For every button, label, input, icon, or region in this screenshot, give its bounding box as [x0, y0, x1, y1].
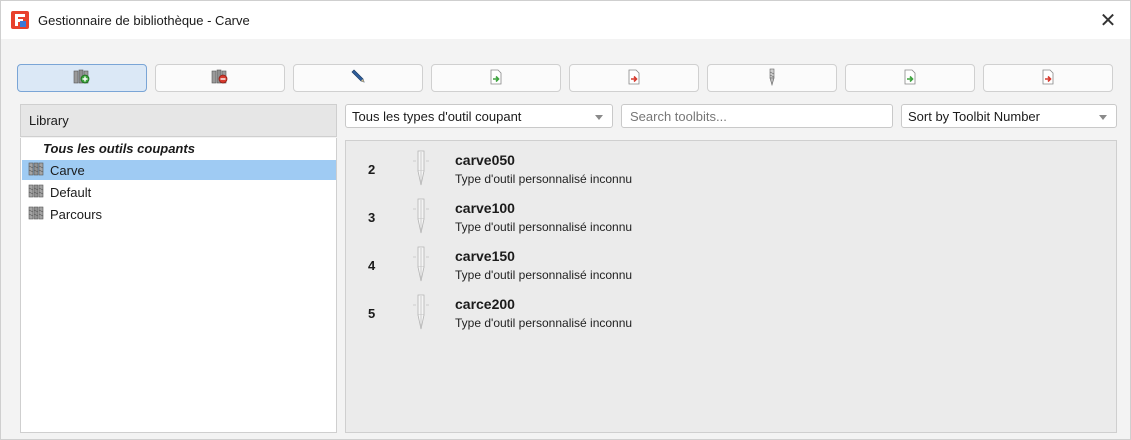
toolbit-row[interactable]: 5 carce200 Type d'outil personnalisé inc…: [346, 287, 1106, 333]
rename-library-button[interactable]: [293, 64, 423, 92]
library-manager-window: Gestionnaire de bibliothèque - Carve ✕ L…: [0, 0, 1131, 440]
toolbit-name: carce200: [455, 296, 515, 312]
toolbit-number: 5: [368, 306, 376, 321]
close-icon: ✕: [1099, 9, 1117, 32]
toolbit-name: carve100: [455, 200, 515, 216]
toolbar: [17, 64, 1117, 92]
chevron-down-icon: [595, 115, 603, 120]
toolbit-icon: [767, 68, 777, 89]
export-document-icon: [1040, 69, 1056, 88]
library-item-label: Carve: [50, 162, 85, 178]
library-item-carve[interactable]: Carve: [22, 160, 336, 180]
library-remove-icon: [211, 69, 229, 88]
toolbit-number: 3: [368, 210, 376, 225]
toolbit-name: carve150: [455, 248, 515, 264]
library-item-parcours[interactable]: Parcours: [22, 204, 336, 224]
close-button[interactable]: ✕: [1086, 1, 1130, 39]
toolbit-row[interactable]: 3 carve100 Type d'outil personnalisé inc…: [346, 191, 1106, 237]
toolbit-description: Type d'outil personnalisé inconnu: [455, 172, 633, 186]
endmill-icon: [410, 149, 432, 192]
tree-root-all-tools[interactable]: Tous les outils coupants: [43, 141, 195, 156]
import-library-button[interactable]: [431, 64, 561, 92]
chevron-down-icon: [1099, 115, 1107, 120]
toolbit-description: Type d'outil personnalisé inconnu: [455, 316, 633, 330]
endmill-icon: [410, 197, 432, 240]
toolbit-number: 2: [368, 162, 376, 177]
toolbit-list: 2 carve050 Type d'outil personnalisé inc…: [345, 140, 1117, 433]
sort-value: Sort by Toolbit Number: [908, 108, 1040, 124]
tool-type-filter-value: Tous les types d'outil coupant: [352, 108, 522, 124]
import-document-icon: [902, 69, 918, 88]
endmill-icon: [410, 293, 432, 336]
export-toolbit-button[interactable]: [983, 64, 1113, 92]
remove-library-button[interactable]: [155, 64, 285, 92]
toolbit-name: carve050: [455, 152, 515, 168]
toolbit-row[interactable]: 4 carve150 Type d'outil personnalisé inc…: [346, 239, 1106, 285]
library-add-icon: [73, 69, 91, 88]
search-input[interactable]: [621, 104, 893, 128]
library-header: Library: [20, 104, 337, 137]
library-item-label: Parcours: [50, 206, 103, 222]
library-icon: [28, 184, 44, 201]
tool-type-filter-select[interactable]: Tous les types d'outil coupant: [345, 104, 613, 128]
freecad-logo-icon: [11, 11, 29, 29]
pencil-icon: [349, 69, 367, 88]
sort-select[interactable]: Sort by Toolbit Number: [901, 104, 1117, 128]
create-toolbit-button[interactable]: [707, 64, 837, 92]
library-icon: [28, 206, 44, 223]
endmill-icon: [410, 245, 432, 288]
import-toolbit-button[interactable]: [845, 64, 975, 92]
library-icon: [28, 162, 44, 179]
title-bar: Gestionnaire de bibliothèque - Carve ✕: [1, 1, 1130, 39]
import-document-icon: [488, 69, 504, 88]
library-tree: Tous les outils coupants Carve Default P…: [20, 138, 337, 433]
toolbit-description: Type d'outil personnalisé inconnu: [455, 220, 633, 234]
toolbit-description: Type d'outil personnalisé inconnu: [455, 268, 633, 282]
add-library-button[interactable]: [17, 64, 147, 92]
library-item-default[interactable]: Default: [22, 182, 336, 202]
toolbit-number: 4: [368, 258, 376, 273]
library-item-label: Default: [50, 184, 92, 200]
toolbit-row[interactable]: 2 carve050 Type d'outil personnalisé inc…: [346, 143, 1106, 189]
window-title: Gestionnaire de bibliothèque - Carve: [38, 12, 250, 28]
export-document-icon: [626, 69, 642, 88]
export-library-button[interactable]: [569, 64, 699, 92]
